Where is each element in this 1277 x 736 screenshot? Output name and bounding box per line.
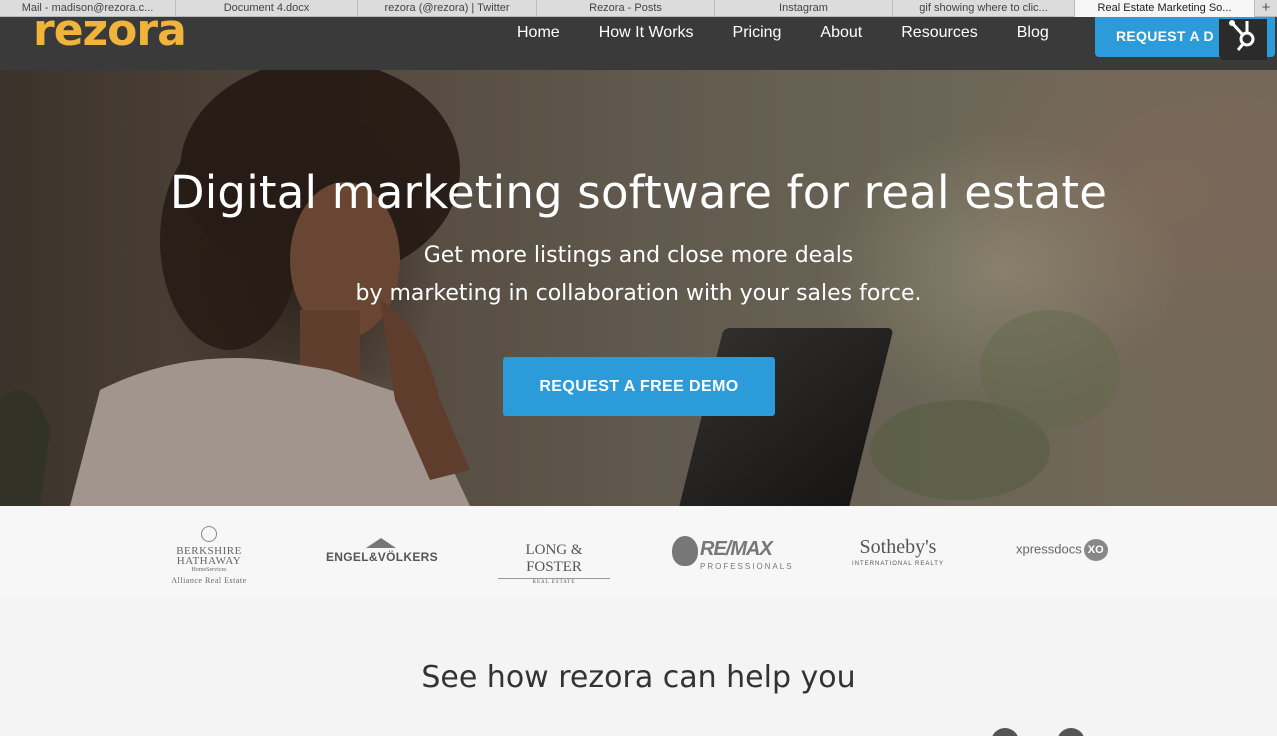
nav-blog[interactable]: Blog (1017, 23, 1049, 43)
rezora-logo[interactable]: rezora (33, 9, 186, 53)
carousel-dot[interactable] (1057, 728, 1085, 736)
section-title: See how rezora can help you (421, 660, 856, 695)
browser-tab-gif[interactable]: gif showing where to clic... (893, 0, 1075, 17)
xo-badge-icon: XO (1083, 539, 1108, 561)
browser-tab-posts[interactable]: Rezora - Posts (537, 0, 715, 17)
browser-tab-instagram[interactable]: Instagram (715, 0, 893, 17)
hero-subtitle-line-2: by marketing in collaboration with your … (355, 281, 922, 306)
main-nav: Home How It Works Pricing About Resource… (517, 23, 1088, 43)
house-icon (366, 538, 396, 548)
nav-home[interactable]: Home (517, 23, 560, 43)
hero-section: Digital marketing software for real esta… (0, 70, 1277, 506)
browser-tab-active[interactable]: Real Estate Marketing So... (1075, 0, 1255, 17)
browser-tab-document[interactable]: Document 4.docx (176, 0, 358, 17)
site-header: rezora Home How It Works Pricing About R… (0, 9, 1277, 70)
xpressdocs-logo: xpressdocs XO (1016, 539, 1124, 561)
nav-pricing[interactable]: Pricing (733, 23, 782, 43)
request-free-demo-button[interactable]: REQUEST A FREE DEMO (503, 357, 775, 416)
sothebys-logo: Sotheby's INTERNATIONAL REALTY (852, 536, 944, 567)
browser-tab-twitter[interactable]: rezora (@rezora) | Twitter (358, 0, 537, 17)
nav-how-it-works[interactable]: How It Works (599, 23, 694, 43)
nav-resources[interactable]: Resources (901, 23, 977, 43)
engel-volkers-logo: ENGEL&VÖLKERS (326, 538, 438, 564)
browser-tab-strip: Mail - madison@rezora.c... Document 4.do… (0, 0, 1277, 17)
berkshire-hathaway-logo: BERKSHIRE HATHAWAY HomeServices Alliance… (165, 526, 253, 586)
hero-title: Digital marketing software for real esta… (169, 166, 1108, 219)
berkshire-seal-icon (201, 526, 217, 542)
new-tab-button[interactable]: + (1255, 0, 1277, 17)
client-logos-strip: BERKSHIRE HATHAWAY HomeServices Alliance… (0, 506, 1277, 598)
hubspot-sprocket-icon[interactable] (1219, 19, 1267, 60)
balloon-icon (672, 536, 698, 566)
nav-about[interactable]: About (820, 23, 862, 43)
carousel-dot[interactable] (991, 728, 1019, 736)
hero-subtitle-line-1: Get more listings and close more deals (423, 243, 854, 268)
long-foster-logo: LONG & FOSTER REAL ESTATE (498, 542, 610, 585)
